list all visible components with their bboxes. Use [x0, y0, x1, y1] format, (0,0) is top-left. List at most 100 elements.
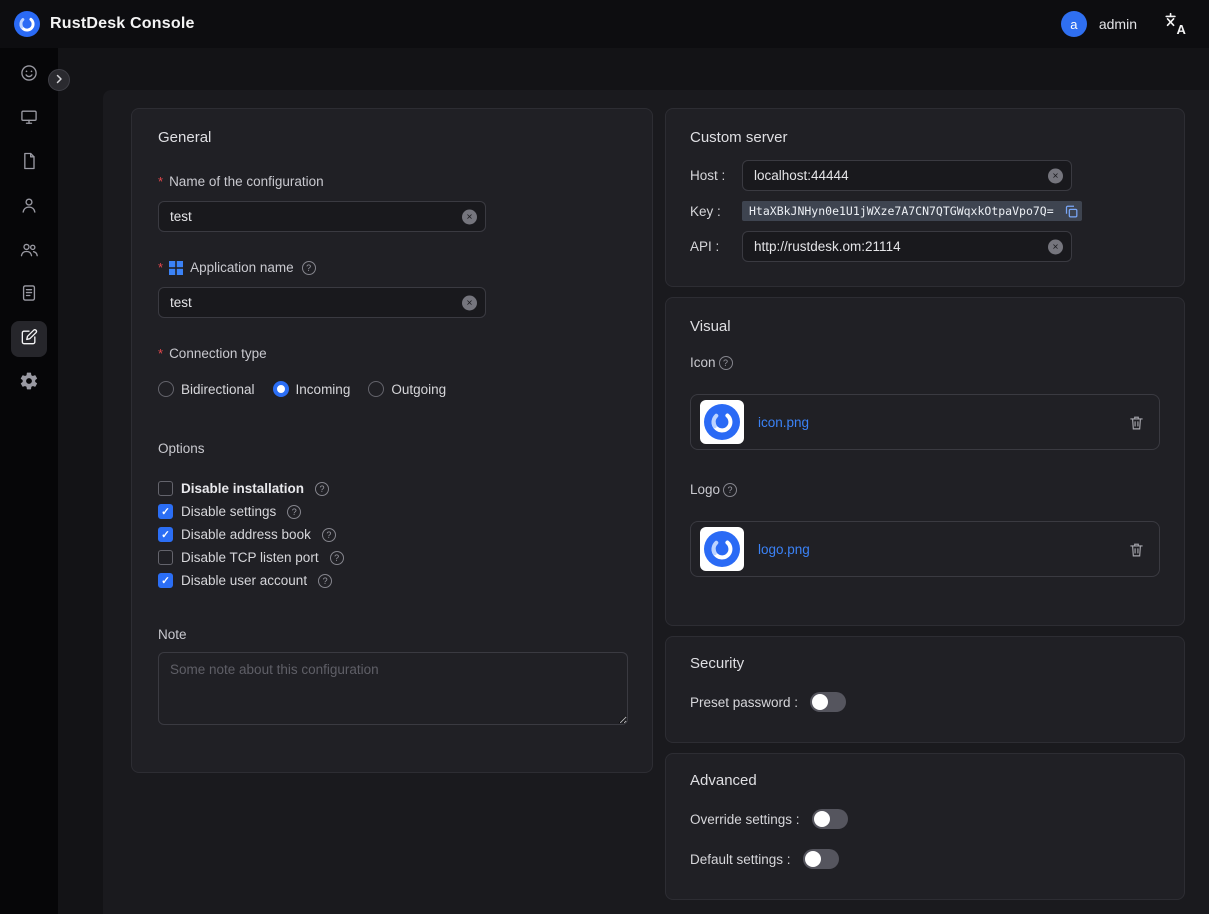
- language-icon[interactable]: A: [1163, 11, 1189, 37]
- connection-label-text: Connection type: [169, 346, 267, 361]
- required-asterisk: *: [158, 174, 163, 189]
- default-settings-row: Default settings :: [690, 849, 1160, 869]
- visual-title: Visual: [690, 318, 1160, 335]
- trash-icon[interactable]: [1128, 414, 1145, 431]
- app-title: RustDesk Console: [50, 15, 195, 33]
- radio-incoming[interactable]: Incoming: [273, 381, 351, 397]
- advanced-card: Advanced Override settings : Default set…: [665, 753, 1185, 900]
- top-right: a admin A: [1061, 11, 1189, 37]
- host-input[interactable]: [742, 160, 1072, 191]
- user-name[interactable]: admin: [1099, 16, 1137, 32]
- sidebar-item-address-books[interactable]: [11, 277, 47, 313]
- help-icon[interactable]: [287, 505, 301, 519]
- face-icon: [19, 63, 39, 88]
- default-settings-toggle[interactable]: [803, 849, 839, 869]
- logo-file-box: logo.png: [690, 521, 1160, 577]
- host-input-wrap: [742, 160, 1072, 191]
- preset-password-row: Preset password :: [690, 692, 1160, 712]
- sidebar-expand-button[interactable]: [48, 69, 70, 91]
- name-field-label: * Name of the configuration: [158, 174, 626, 189]
- key-row: Key : HtaXBkJNHyn0e1U1jWXze7A7CN7QTGWqxk…: [690, 201, 1160, 221]
- radio-outgoing[interactable]: Outgoing: [368, 381, 446, 397]
- visual-card: Visual Icon icon.png: [665, 297, 1185, 626]
- custom-server-card: Custom server Host : Key : HtaXBkJNHyn0e…: [665, 108, 1185, 287]
- advanced-title: Advanced: [690, 772, 1160, 789]
- sidebar-item-groups[interactable]: [11, 233, 47, 269]
- note-label: Note: [158, 627, 626, 642]
- api-input[interactable]: [742, 231, 1072, 262]
- help-icon[interactable]: [302, 261, 316, 275]
- security-title: Security: [690, 655, 1160, 672]
- sidebar-item-documents[interactable]: [11, 145, 47, 181]
- default-settings-label: Default settings :: [690, 852, 791, 867]
- checkbox-disable-installation[interactable]: Disable installation: [158, 480, 626, 497]
- clear-circle-icon[interactable]: [462, 295, 477, 310]
- help-icon[interactable]: [719, 356, 733, 370]
- clear-circle-icon[interactable]: [462, 209, 477, 224]
- sidebar-item-devices[interactable]: [11, 101, 47, 137]
- icon-file-link[interactable]: icon.png: [758, 415, 809, 430]
- icon-thumbnail: [700, 400, 744, 444]
- override-settings-row: Override settings :: [690, 809, 1160, 829]
- note-textarea[interactable]: [158, 652, 628, 725]
- trash-icon[interactable]: [1128, 541, 1145, 558]
- sidebar: [0, 48, 58, 914]
- radio-icon: [158, 381, 174, 397]
- checkbox-label: Disable settings: [181, 504, 276, 519]
- gear-icon: [19, 371, 39, 396]
- security-card: Security Preset password :: [665, 636, 1185, 743]
- radio-label: Incoming: [296, 382, 351, 397]
- windows-icon: [169, 261, 183, 275]
- api-row: API :: [690, 231, 1160, 262]
- checkbox-disable-settings[interactable]: Disable settings: [158, 503, 626, 520]
- help-icon[interactable]: [318, 574, 332, 588]
- icon-label-text: Icon: [690, 355, 716, 370]
- checkbox-label: Disable address book: [181, 527, 311, 542]
- main-shell: General * Name of the configuration *: [0, 48, 1209, 914]
- checkbox-disable-address-book[interactable]: Disable address book: [158, 526, 626, 543]
- content-page: General * Name of the configuration *: [103, 90, 1209, 914]
- help-icon[interactable]: [723, 483, 737, 497]
- checkbox-icon: [158, 481, 173, 496]
- clear-circle-icon[interactable]: [1048, 239, 1063, 254]
- sidebar-item-users[interactable]: [11, 189, 47, 225]
- server-key-value[interactable]: HtaXBkJNHyn0e1U1jWXze7A7CN7QTGWqxkOtpaVp…: [742, 201, 1082, 221]
- key-label: Key :: [690, 204, 742, 219]
- radio-label: Bidirectional: [181, 382, 255, 397]
- radio-icon: [368, 381, 384, 397]
- help-icon[interactable]: [322, 528, 336, 542]
- radio-bidirectional[interactable]: Bidirectional: [158, 381, 255, 397]
- edit-icon: [19, 327, 39, 352]
- sidebar-item-settings[interactable]: [11, 365, 47, 401]
- override-settings-toggle[interactable]: [812, 809, 848, 829]
- groups-icon: [19, 239, 39, 264]
- application-name-input[interactable]: [158, 287, 486, 318]
- user-icon: [19, 195, 39, 220]
- general-card: General * Name of the configuration *: [131, 108, 653, 773]
- radio-icon: [273, 381, 289, 397]
- logo-thumbnail: [700, 527, 744, 571]
- logo-file-link[interactable]: logo.png: [758, 542, 810, 557]
- checkbox-disable-user-account[interactable]: Disable user account: [158, 572, 626, 589]
- api-input-wrap: [742, 231, 1072, 262]
- sidebar-item-dashboard[interactable]: [11, 57, 47, 93]
- copy-icon[interactable]: [1064, 204, 1079, 219]
- sidebar-item-custom-clients[interactable]: [11, 321, 47, 357]
- general-title: General: [158, 129, 626, 146]
- help-icon[interactable]: [330, 551, 344, 565]
- help-icon[interactable]: [315, 482, 329, 496]
- toggle-knob: [814, 811, 830, 827]
- custom-server-title: Custom server: [690, 129, 1160, 146]
- connection-type-label: * Connection type: [158, 346, 626, 361]
- avatar[interactable]: a: [1061, 11, 1087, 37]
- brand: RustDesk Console: [14, 11, 195, 37]
- options-label: Options: [158, 441, 626, 456]
- radio-label: Outgoing: [391, 382, 446, 397]
- checkbox-icon: [158, 573, 173, 588]
- checkbox-label: Disable user account: [181, 573, 307, 588]
- clear-circle-icon[interactable]: [1048, 168, 1063, 183]
- preset-password-toggle[interactable]: [810, 692, 846, 712]
- name-input[interactable]: [158, 201, 486, 232]
- checkbox-disable-tcp-listen-port[interactable]: Disable TCP listen port: [158, 549, 626, 566]
- icon-file-box: icon.png: [690, 394, 1160, 450]
